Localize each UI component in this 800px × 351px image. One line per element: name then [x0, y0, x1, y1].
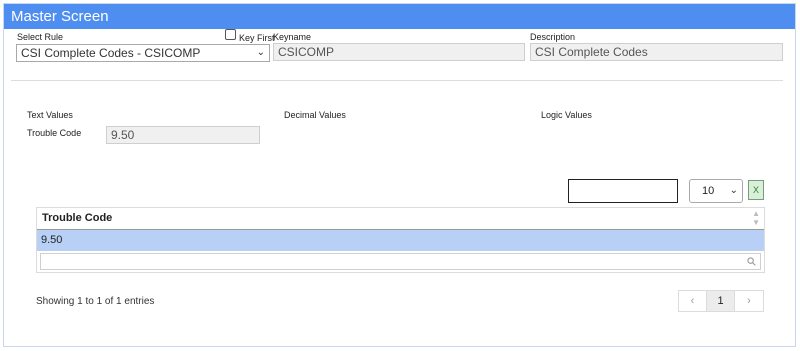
column-header-label: Trouble Code: [42, 212, 113, 224]
page-title: Master Screen: [4, 4, 795, 29]
text-values-heading: Text Values: [27, 110, 73, 120]
table-row[interactable]: 9.50: [37, 230, 764, 251]
excel-icon: X: [752, 185, 759, 195]
trouble-code-field[interactable]: 9.50: [106, 126, 260, 144]
previous-page-button[interactable]: ‹: [679, 291, 707, 311]
key-first-checkbox[interactable]: [225, 29, 236, 40]
pagination: ‹ 1 ›: [678, 290, 764, 312]
page-1-button[interactable]: 1: [707, 291, 735, 311]
page-length-select[interactable]: 10 ⌄: [689, 179, 743, 203]
key-first-label: Key First: [239, 33, 275, 43]
chevron-down-icon: ⌄: [729, 185, 738, 196]
table-search-input[interactable]: [568, 179, 678, 203]
description-label: Description: [530, 32, 576, 42]
search-icon: [747, 257, 756, 266]
next-page-button[interactable]: ›: [735, 291, 763, 311]
decimal-values-heading: Decimal Values: [284, 110, 346, 120]
page-length-value: 10: [702, 185, 715, 197]
logic-values-heading: Logic Values: [541, 110, 592, 120]
select-rule-value: CSI Complete Codes - CSICOMP: [21, 46, 201, 60]
divider: [11, 80, 783, 81]
select-rule-label: Select Rule: [17, 32, 64, 42]
select-rule-dropdown[interactable]: CSI Complete Codes - CSICOMP ⌄: [16, 44, 270, 62]
column-header-trouble-code[interactable]: Trouble Code ▲ ▼: [37, 208, 764, 230]
sort-icon: ▲ ▼: [752, 209, 760, 227]
keyname-field[interactable]: CSICOMP: [273, 43, 525, 61]
trouble-code-table: Trouble Code ▲ ▼ 9.50: [36, 207, 765, 273]
excel-export-button[interactable]: X: [748, 180, 764, 200]
table-cell: 9.50: [41, 234, 63, 246]
keyname-label: Keyname: [273, 32, 312, 42]
column-filter-input[interactable]: [40, 253, 761, 270]
chevron-down-icon: ⌄: [256, 47, 265, 58]
description-field[interactable]: CSI Complete Codes: [530, 43, 783, 61]
column-filter-row: [37, 251, 764, 272]
table-info: Showing 1 to 1 of 1 entries: [36, 296, 155, 307]
trouble-code-label: Trouble Code: [27, 128, 82, 138]
